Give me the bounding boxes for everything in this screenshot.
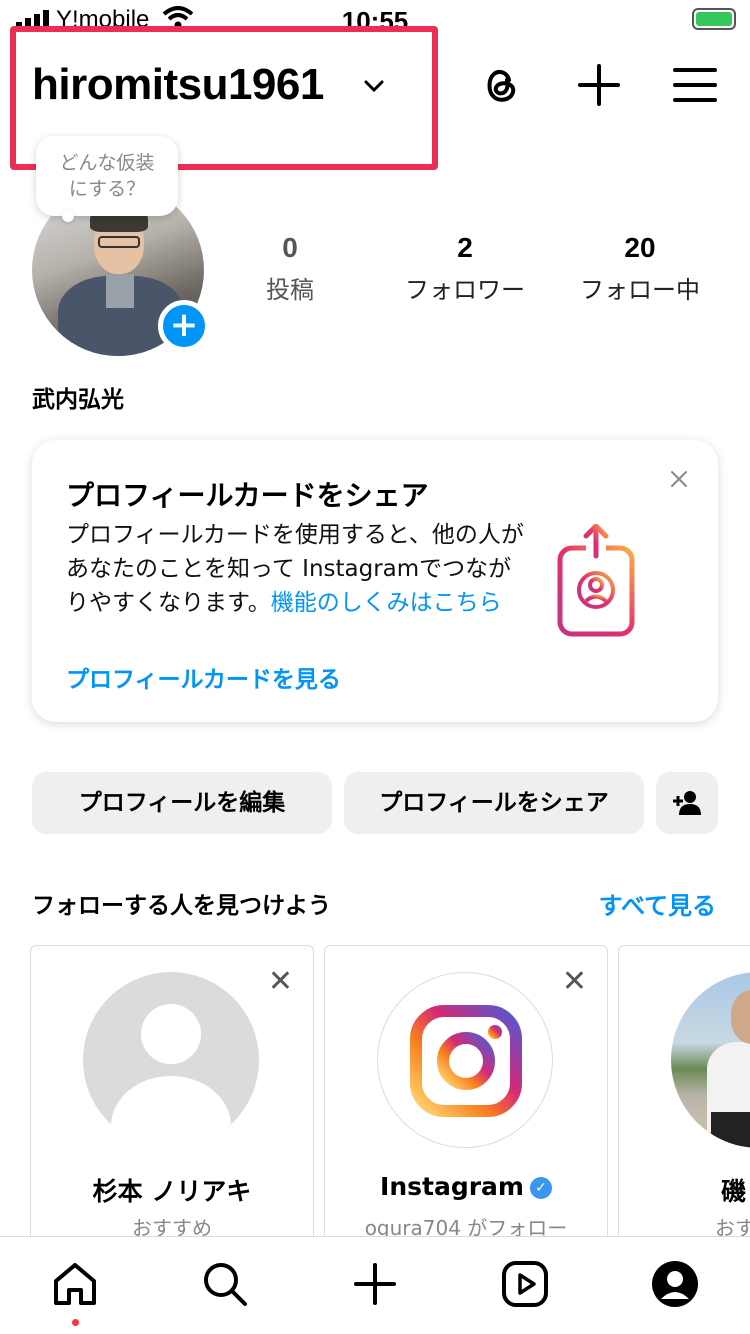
suggestion-card[interactable]: 磯 おす	[618, 945, 750, 1245]
hamburger-menu-icon[interactable]	[670, 60, 720, 110]
dismiss-suggestion-icon[interactable]: ✕	[268, 964, 293, 999]
followers-label: フォロワー	[405, 276, 525, 304]
share-profile-button[interactable]: プロフィールをシェア	[344, 772, 644, 834]
account-username[interactable]: hiromitsu1961	[32, 60, 324, 110]
bottom-nav	[0, 1236, 750, 1334]
note-bubble-line2: にする？	[68, 178, 146, 200]
following-count: 20	[624, 232, 656, 263]
threads-icon[interactable]	[476, 60, 526, 110]
verified-badge-icon: ✓	[529, 1177, 552, 1199]
chevron-down-icon[interactable]	[362, 74, 386, 98]
see-all-link[interactable]: すべて見る	[599, 886, 716, 921]
suggestion-name: 磯	[721, 1177, 747, 1206]
create-icon[interactable]	[350, 1259, 400, 1309]
note-bubble-tail	[62, 210, 74, 222]
instagram-logo-avatar	[377, 972, 553, 1148]
add-person-icon	[673, 791, 701, 815]
search-icon[interactable]	[200, 1259, 250, 1309]
suggestion-avatar-photo	[671, 972, 750, 1148]
notification-dot	[72, 1319, 79, 1326]
suggestion-name: 杉本 ノリアキ	[92, 1177, 252, 1206]
view-profile-card-link[interactable]: プロフィールカードを見る	[66, 660, 341, 694]
add-story-icon[interactable]: +	[158, 300, 210, 352]
profile-card-body: プロフィールカードを使用すると、他の人があなたのことを知って Instagram…	[66, 518, 526, 620]
suggestion-name: Instagram	[380, 1172, 524, 1201]
posts-label: 投稿	[266, 276, 314, 304]
how-it-works-link[interactable]: 機能のしくみはこちら	[271, 590, 502, 616]
profile-card-share-icon	[557, 524, 635, 637]
suggestions-title: フォローする人を見つけよう	[32, 893, 331, 919]
close-icon[interactable]	[668, 468, 690, 490]
edit-profile-button[interactable]: プロフィールを編集	[32, 772, 332, 834]
default-avatar	[83, 972, 259, 1148]
home-icon[interactable]	[50, 1259, 100, 1309]
profile-full-name: 武内弘光	[32, 387, 124, 413]
note-bubble[interactable]: どんな仮装 にする？	[36, 136, 178, 216]
reels-icon[interactable]	[500, 1259, 550, 1309]
battery-icon	[692, 8, 736, 30]
profile-card-title: プロフィールカードをシェア	[66, 479, 429, 512]
discover-people-button[interactable]	[656, 772, 718, 834]
posts-count: 0	[282, 232, 298, 263]
profile-card-banner: プロフィールカードをシェア プロフィールカードを使用すると、他の人があなたのこと…	[32, 440, 718, 722]
posts-stat[interactable]: 0 投稿	[240, 232, 340, 305]
suggestion-name-row: Instagram ✓	[325, 1172, 607, 1201]
plus-icon[interactable]	[574, 60, 624, 110]
note-bubble-line1: どんな仮装	[59, 152, 155, 174]
suggestion-card[interactable]: ✕ 杉本 ノリアキ おすすめ	[30, 945, 314, 1245]
following-stat[interactable]: 20 フォロー中	[566, 232, 714, 305]
suggestion-card[interactable]: ✕ Instagram ✓ ogura704 がフォロー	[324, 945, 608, 1245]
dismiss-suggestion-icon[interactable]: ✕	[562, 964, 587, 999]
followers-count: 2	[457, 232, 473, 263]
following-label: フォロー中	[580, 276, 700, 304]
profile-icon[interactable]	[650, 1259, 700, 1309]
followers-stat[interactable]: 2 フォロワー	[390, 232, 540, 305]
